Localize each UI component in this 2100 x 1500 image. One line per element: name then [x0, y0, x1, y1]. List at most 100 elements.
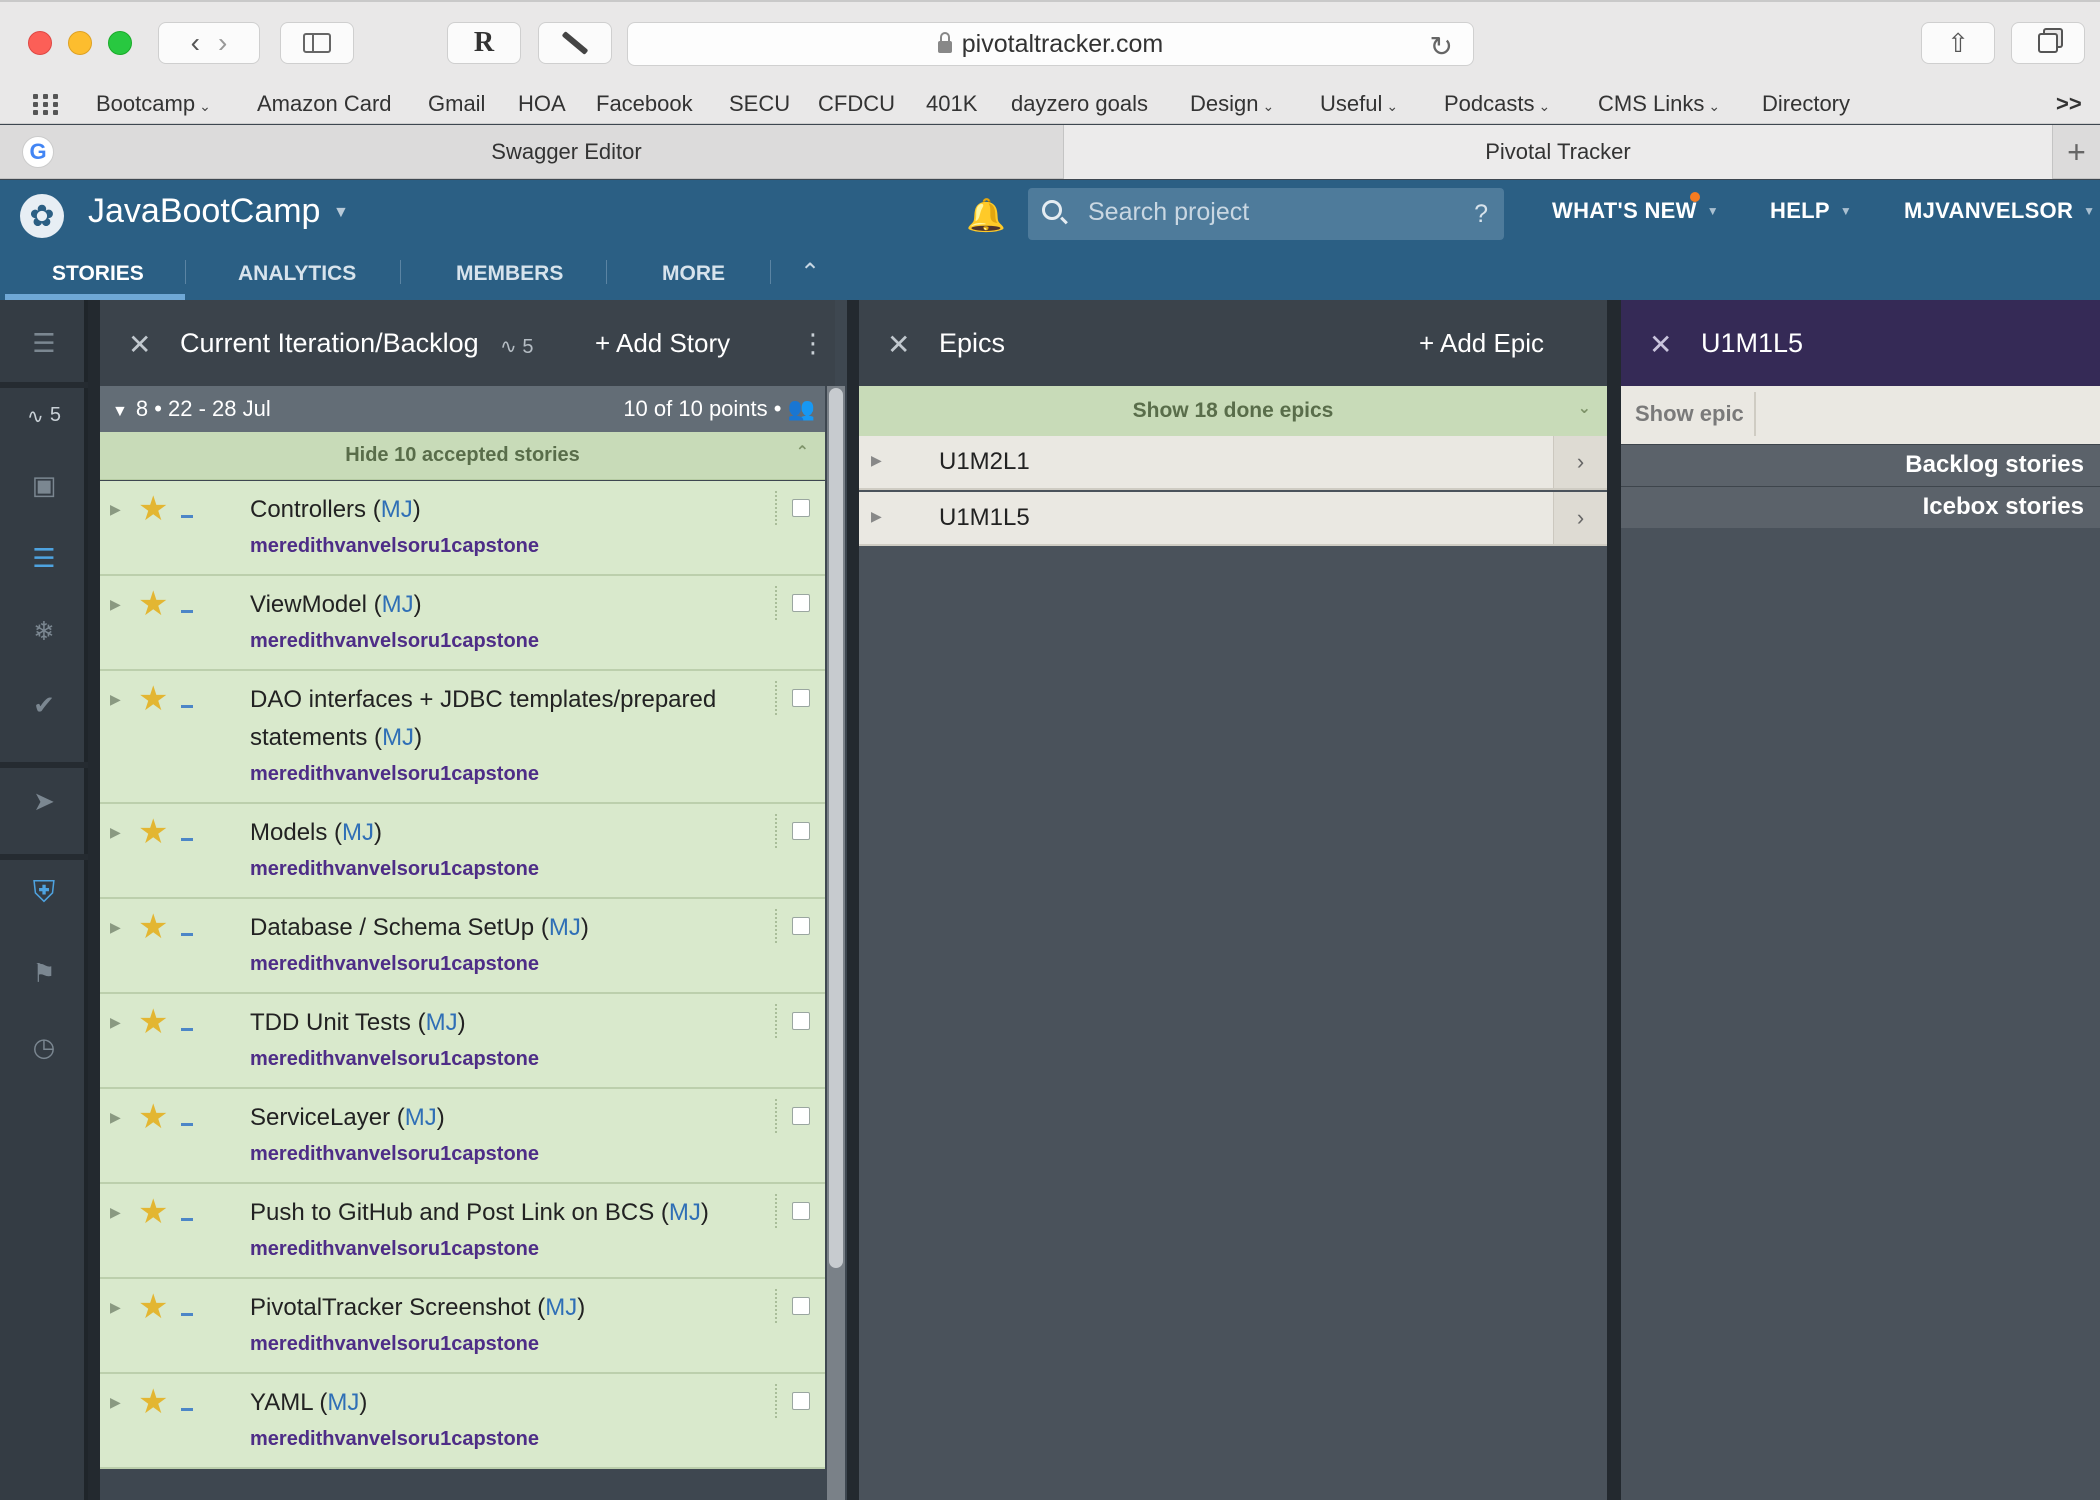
- select-story-checkbox[interactable]: [792, 1392, 810, 1410]
- velocity-toggle[interactable]: ∿ 5: [0, 404, 88, 429]
- story-owner[interactable]: MJ: [426, 1009, 458, 1036]
- bookmark-podcasts[interactable]: Podcasts ⌄: [1444, 91, 1550, 117]
- story-label[interactable]: meredithvanvelsoru1capstone: [250, 763, 539, 786]
- new-tab-button[interactable]: +: [2052, 125, 2100, 179]
- estimate-icon[interactable]: [181, 838, 193, 841]
- estimate-icon[interactable]: [181, 1408, 193, 1411]
- backlog-list-icon[interactable]: ☰: [0, 543, 88, 574]
- story-owner[interactable]: MJ: [669, 1199, 701, 1226]
- tracker-logo-icon[interactable]: ✿: [20, 194, 64, 238]
- select-story-checkbox[interactable]: [792, 822, 810, 840]
- scrollbar-thumb[interactable]: [829, 388, 843, 1268]
- select-story-checkbox[interactable]: [792, 917, 810, 935]
- estimate-icon[interactable]: [181, 1313, 193, 1316]
- bookmark-gmail[interactable]: Gmail: [428, 91, 485, 117]
- close-panel-icon[interactable]: ✕: [128, 328, 151, 361]
- minimize-window-button[interactable]: [68, 31, 92, 55]
- expand-triangle-icon[interactable]: ▶: [110, 1204, 121, 1221]
- story-owner[interactable]: MJ: [381, 496, 413, 523]
- story-label[interactable]: meredithvanvelsoru1capstone: [250, 1238, 539, 1261]
- bookmark-cfdcu[interactable]: CFDCU: [818, 91, 895, 117]
- tab-stories[interactable]: STORIES: [52, 262, 144, 286]
- select-story-checkbox[interactable]: [792, 1107, 810, 1125]
- expand-triangle-icon[interactable]: ▶: [110, 919, 121, 936]
- expand-triangle-icon[interactable]: ▶: [110, 1014, 121, 1031]
- back-icon[interactable]: ‹: [191, 27, 200, 59]
- iteration-header[interactable]: ▼ 8 • 22 - 28 Jul 10 of 10 points • 👥: [100, 386, 825, 432]
- story-row[interactable]: ▶ ★ PivotalTracker Screenshot (MJ) meredith…: [100, 1279, 825, 1374]
- select-story-checkbox[interactable]: [792, 1012, 810, 1030]
- story-row[interactable]: ▶ ★ TDD Unit Tests (MJ) meredithvanvelsoru1…: [100, 994, 825, 1089]
- close-panel-icon[interactable]: ✕: [1649, 328, 1672, 361]
- bookmark-bootcamp[interactable]: Bootcamp ⌄: [96, 91, 211, 117]
- estimate-icon[interactable]: [181, 1218, 193, 1221]
- expand-triangle-icon[interactable]: ▶: [110, 824, 121, 841]
- sidebar-toggle-button[interactable]: [280, 22, 354, 64]
- story-row[interactable]: ▶ ★ YAML (MJ) meredithvanvelsoru1capstone: [100, 1374, 825, 1469]
- bookmark-cms-links[interactable]: CMS Links ⌄: [1598, 91, 1720, 117]
- story-owner[interactable]: MJ: [382, 724, 414, 751]
- menu-icon[interactable]: ☰: [0, 328, 88, 359]
- history-clock-icon[interactable]: ◷: [0, 1032, 88, 1063]
- story-owner[interactable]: MJ: [549, 914, 581, 941]
- bookmark-secu[interactable]: SECU: [729, 91, 790, 117]
- bookmark-facebook[interactable]: Facebook: [596, 91, 693, 117]
- estimate-icon[interactable]: [181, 610, 193, 613]
- story-label[interactable]: meredithvanvelsoru1capstone: [250, 1048, 539, 1071]
- select-story-checkbox[interactable]: [792, 594, 810, 612]
- select-story-checkbox[interactable]: [792, 689, 810, 707]
- icebox-snowflake-icon[interactable]: ❄: [0, 616, 88, 647]
- project-name[interactable]: JavaBootCamp: [88, 192, 320, 231]
- reload-icon[interactable]: ↻: [1430, 30, 1453, 63]
- reader-extension-button[interactable]: R: [447, 22, 521, 64]
- zoom-window-button[interactable]: [108, 31, 132, 55]
- select-story-checkbox[interactable]: [792, 499, 810, 517]
- caret-down-icon[interactable]: ▼: [333, 204, 349, 222]
- bookmark-design[interactable]: Design ⌄: [1190, 91, 1274, 117]
- story-owner[interactable]: MJ: [342, 819, 374, 846]
- story-row[interactable]: ▶ ★ Database / Schema SetUp (MJ) meredithva…: [100, 899, 825, 994]
- bookmark-hoa[interactable]: HOA: [518, 91, 566, 117]
- estimate-icon[interactable]: [181, 515, 193, 518]
- tab-members[interactable]: MEMBERS: [456, 262, 563, 286]
- story-owner[interactable]: MJ: [327, 1389, 359, 1416]
- chevron-right-icon[interactable]: ›: [1553, 436, 1607, 488]
- epic-item[interactable]: ▶ U1M1L5 ›: [859, 492, 1607, 546]
- story-row[interactable]: ▶ ★ ServiceLayer (MJ) meredithvanvelsoru1ca…: [100, 1089, 825, 1184]
- expand-triangle-icon[interactable]: ▶: [110, 1394, 121, 1411]
- epics-badge-icon[interactable]: ⛨: [0, 876, 88, 910]
- expand-triangle-icon[interactable]: ▶: [110, 1299, 121, 1316]
- story-owner[interactable]: MJ: [545, 1294, 577, 1321]
- tab-analytics[interactable]: ANALYTICS: [238, 262, 356, 286]
- bookmark-directory[interactable]: Directory: [1762, 91, 1850, 117]
- story-label[interactable]: meredithvanvelsoru1capstone: [250, 1428, 539, 1451]
- icebox-stories-section[interactable]: Icebox stories: [1621, 486, 2100, 528]
- story-row[interactable]: ▶ ★ Controllers (MJ) meredithvanvelsoru1cap…: [100, 481, 825, 576]
- story-row[interactable]: ▶ ★ Models (MJ) meredithvanvelsoru1capstone: [100, 804, 825, 899]
- select-story-checkbox[interactable]: [792, 1202, 810, 1220]
- labels-tag-icon[interactable]: ⚑: [0, 958, 88, 989]
- select-story-checkbox[interactable]: [792, 1297, 810, 1315]
- story-label[interactable]: meredithvanvelsoru1capstone: [250, 953, 539, 976]
- epic-item[interactable]: ▶ U1M2L1 ›: [859, 436, 1607, 490]
- more-options-icon[interactable]: ⋮: [800, 328, 826, 359]
- search-help-icon[interactable]: ?: [1474, 200, 1488, 229]
- expand-triangle-icon[interactable]: ▶: [110, 691, 121, 708]
- tab-more[interactable]: MORE: [662, 262, 725, 286]
- show-epic-button[interactable]: Show epic: [1625, 392, 1756, 436]
- story-label[interactable]: meredithvanvelsoru1capstone: [250, 535, 539, 558]
- expand-triangle-icon[interactable]: ▶: [110, 1109, 121, 1126]
- pin-icon[interactable]: ➤: [0, 786, 88, 817]
- estimate-icon[interactable]: [181, 1028, 193, 1031]
- tab-pivotal-tracker[interactable]: Pivotal Tracker: [1064, 125, 2052, 179]
- story-label[interactable]: meredithvanvelsoru1capstone: [250, 858, 539, 881]
- close-window-button[interactable]: [28, 31, 52, 55]
- close-panel-icon[interactable]: ✕: [887, 328, 910, 361]
- bookmark-amazon-card[interactable]: Amazon Card: [257, 91, 392, 117]
- bookmark-useful[interactable]: Useful ⌄: [1320, 91, 1398, 117]
- tab-overview-button[interactable]: [2011, 22, 2085, 64]
- story-row[interactable]: ▶ ★ DAO interfaces + JDBC templates/prepar…: [100, 671, 825, 804]
- show-done-epics-toggle[interactable]: Show 18 done epics ⌄: [859, 386, 1607, 436]
- bell-icon[interactable]: 🔔: [966, 196, 1006, 234]
- share-button[interactable]: ⇧: [1921, 22, 1995, 64]
